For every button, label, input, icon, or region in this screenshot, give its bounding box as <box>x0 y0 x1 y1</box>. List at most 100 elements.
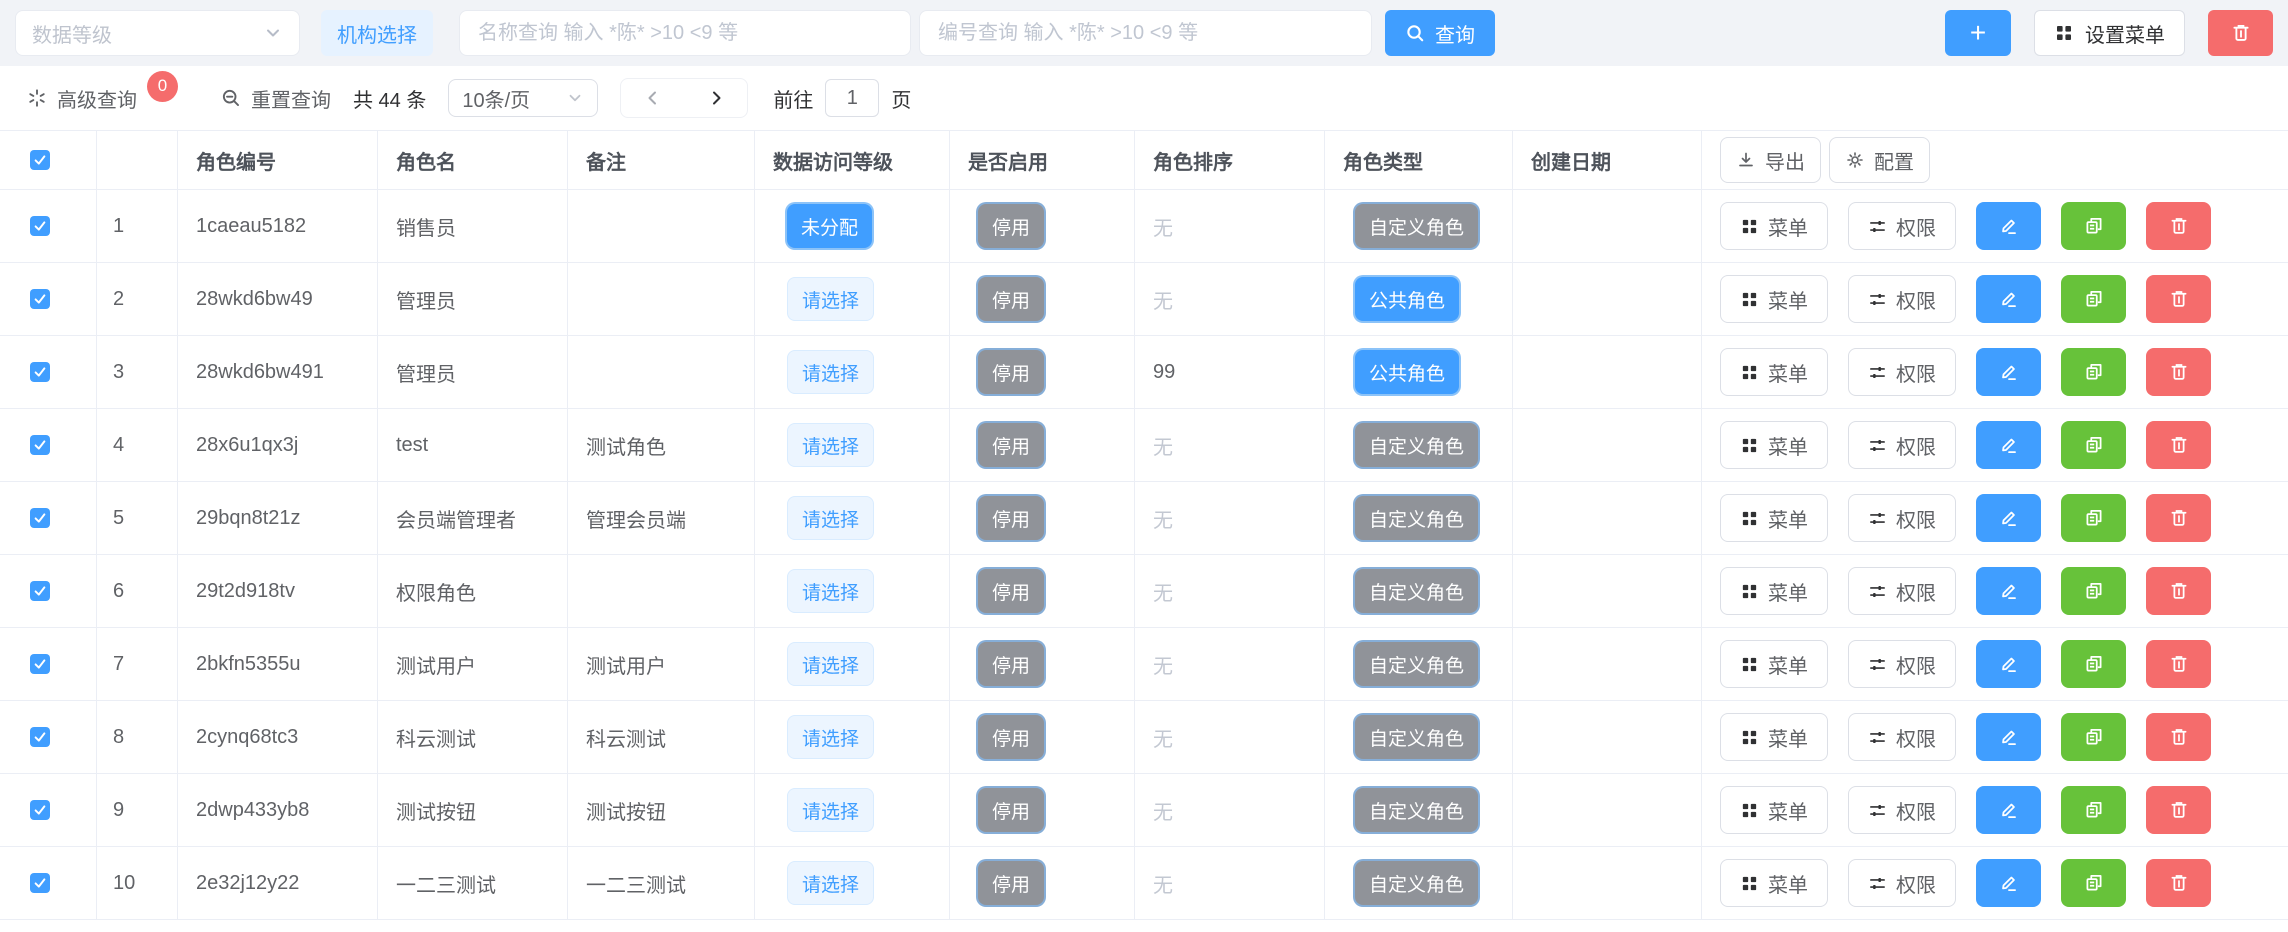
select-all-checkbox[interactable] <box>30 150 50 170</box>
enabled-badge[interactable]: 停用 <box>978 715 1044 759</box>
menu-button[interactable]: 菜单 <box>1720 348 1828 396</box>
copy-button[interactable] <box>2061 421 2126 469</box>
advanced-query-button[interactable]: 高级查询 0 <box>26 83 178 114</box>
role-type-badge[interactable]: 自定义角色 <box>1355 788 1478 832</box>
row-checkbox[interactable] <box>30 800 50 820</box>
copy-button[interactable] <box>2061 640 2126 688</box>
enabled-badge[interactable]: 停用 <box>978 277 1044 321</box>
delete-button[interactable] <box>2146 421 2211 469</box>
role-type-badge[interactable]: 自定义角色 <box>1355 569 1478 613</box>
edit-button[interactable] <box>1976 494 2041 542</box>
delete-button[interactable] <box>2146 786 2211 834</box>
role-type-badge[interactable]: 自定义角色 <box>1355 204 1478 248</box>
row-checkbox[interactable] <box>30 289 50 309</box>
access-badge[interactable]: 请选择 <box>787 277 874 321</box>
code-search-input[interactable] <box>919 10 1372 56</box>
menu-settings-button[interactable]: 设置菜单 <box>2034 10 2185 56</box>
search-button[interactable]: 查询 <box>1385 10 1495 56</box>
edit-button[interactable] <box>1976 786 2041 834</box>
delete-button[interactable] <box>2146 567 2211 615</box>
row-checkbox[interactable] <box>30 581 50 601</box>
row-checkbox[interactable] <box>30 654 50 674</box>
permission-button[interactable]: 权限 <box>1848 713 1956 761</box>
name-search-input[interactable] <box>459 10 911 56</box>
copy-button[interactable] <box>2061 494 2126 542</box>
delete-button[interactable] <box>2146 348 2211 396</box>
delete-selected-button[interactable] <box>2208 10 2273 56</box>
enabled-badge[interactable]: 停用 <box>978 861 1044 905</box>
access-badge[interactable]: 请选择 <box>787 569 874 613</box>
row-checkbox[interactable] <box>30 435 50 455</box>
edit-button[interactable] <box>1976 640 2041 688</box>
row-checkbox[interactable] <box>30 873 50 893</box>
delete-button[interactable] <box>2146 713 2211 761</box>
row-checkbox[interactable] <box>30 727 50 747</box>
config-button[interactable]: 配置 <box>1829 137 1930 183</box>
menu-button[interactable]: 菜单 <box>1720 567 1828 615</box>
access-badge[interactable]: 请选择 <box>787 788 874 832</box>
permission-button[interactable]: 权限 <box>1848 640 1956 688</box>
delete-button[interactable] <box>2146 275 2211 323</box>
role-type-badge[interactable]: 公共角色 <box>1355 350 1459 394</box>
role-type-badge[interactable]: 自定义角色 <box>1355 642 1478 686</box>
menu-button[interactable]: 菜单 <box>1720 275 1828 323</box>
page-size-select[interactable]: 10条/页 <box>448 79 598 117</box>
delete-button[interactable] <box>2146 640 2211 688</box>
menu-button[interactable]: 菜单 <box>1720 421 1828 469</box>
permission-button[interactable]: 权限 <box>1848 859 1956 907</box>
role-type-badge[interactable]: 自定义角色 <box>1355 861 1478 905</box>
menu-button[interactable]: 菜单 <box>1720 786 1828 834</box>
row-checkbox[interactable] <box>30 508 50 528</box>
data-level-select[interactable]: 数据等级 <box>15 10 300 56</box>
role-type-badge[interactable]: 公共角色 <box>1355 277 1459 321</box>
edit-button[interactable] <box>1976 713 2041 761</box>
menu-button[interactable]: 菜单 <box>1720 494 1828 542</box>
permission-button[interactable]: 权限 <box>1848 494 1956 542</box>
add-button[interactable]: + <box>1945 10 2011 56</box>
access-badge[interactable]: 请选择 <box>787 496 874 540</box>
menu-button[interactable]: 菜单 <box>1720 859 1828 907</box>
delete-button[interactable] <box>2146 494 2211 542</box>
delete-button[interactable] <box>2146 859 2211 907</box>
permission-button[interactable]: 权限 <box>1848 275 1956 323</box>
row-checkbox[interactable] <box>30 362 50 382</box>
copy-button[interactable] <box>2061 275 2126 323</box>
edit-button[interactable] <box>1976 421 2041 469</box>
edit-button[interactable] <box>1976 859 2041 907</box>
export-button[interactable]: 导出 <box>1720 137 1821 183</box>
permission-button[interactable]: 权限 <box>1848 202 1956 250</box>
role-type-badge[interactable]: 自定义角色 <box>1355 715 1478 759</box>
copy-button[interactable] <box>2061 859 2126 907</box>
enabled-badge[interactable]: 停用 <box>978 642 1044 686</box>
reset-query-button[interactable]: 重置查询 <box>220 84 331 113</box>
enabled-badge[interactable]: 停用 <box>978 788 1044 832</box>
role-type-badge[interactable]: 自定义角色 <box>1355 423 1478 467</box>
prev-page-button[interactable] <box>628 80 678 116</box>
menu-button[interactable]: 菜单 <box>1720 202 1828 250</box>
permission-button[interactable]: 权限 <box>1848 348 1956 396</box>
edit-button[interactable] <box>1976 275 2041 323</box>
enabled-badge[interactable]: 停用 <box>978 423 1044 467</box>
permission-button[interactable]: 权限 <box>1848 786 1956 834</box>
edit-button[interactable] <box>1976 348 2041 396</box>
access-badge[interactable]: 未分配 <box>787 204 872 248</box>
copy-button[interactable] <box>2061 567 2126 615</box>
copy-button[interactable] <box>2061 713 2126 761</box>
menu-button[interactable]: 菜单 <box>1720 713 1828 761</box>
access-badge[interactable]: 请选择 <box>787 642 874 686</box>
delete-button[interactable] <box>2146 202 2211 250</box>
access-badge[interactable]: 请选择 <box>787 861 874 905</box>
role-type-badge[interactable]: 自定义角色 <box>1355 496 1478 540</box>
next-page-button[interactable] <box>691 80 741 116</box>
access-badge[interactable]: 请选择 <box>787 350 874 394</box>
permission-button[interactable]: 权限 <box>1848 567 1956 615</box>
enabled-badge[interactable]: 停用 <box>978 569 1044 613</box>
org-select-button[interactable]: 机构选择 <box>321 10 433 56</box>
edit-button[interactable] <box>1976 202 2041 250</box>
row-checkbox[interactable] <box>30 216 50 236</box>
enabled-badge[interactable]: 停用 <box>978 204 1044 248</box>
edit-button[interactable] <box>1976 567 2041 615</box>
copy-button[interactable] <box>2061 786 2126 834</box>
access-badge[interactable]: 请选择 <box>787 715 874 759</box>
permission-button[interactable]: 权限 <box>1848 421 1956 469</box>
